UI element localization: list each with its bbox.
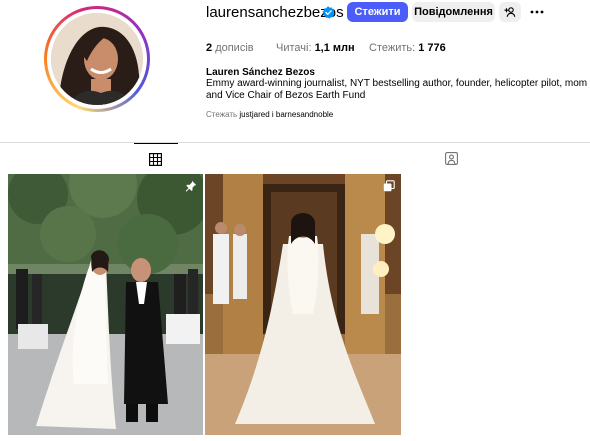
followers-stat[interactable]: Читачі: 1,1 млн <box>276 42 355 54</box>
followers-count: 1,1 млн <box>314 42 355 54</box>
posts-count: 2 <box>206 42 213 54</box>
post-thumbnail[interactable] <box>8 174 203 435</box>
avatar-ring[interactable] <box>44 6 150 112</box>
tagged-icon <box>445 152 458 165</box>
profile-bio: Emmy award-winning journalist, NYT bests… <box>206 78 588 101</box>
more-options-icon[interactable] <box>529 4 545 20</box>
followed-by[interactable]: Стежать justjared і barnesandnoble <box>206 110 333 119</box>
follow-button[interactable]: Стежити <box>347 2 408 22</box>
posts-label: дописів <box>215 42 254 54</box>
following-label: Стежить: <box>369 42 416 54</box>
followed-by-prefix: Стежать <box>206 110 238 119</box>
message-button[interactable]: Повідомлення <box>412 2 495 22</box>
following-count: 1 776 <box>418 42 446 54</box>
profile-full-name: Lauren Sánchez Bezos <box>206 67 315 78</box>
followers-label: Читачі: <box>276 42 312 54</box>
posts-stat: 2 дописів <box>206 42 254 54</box>
post-image-wedding-couple <box>8 174 203 435</box>
pin-icon <box>185 180 197 192</box>
followed-by-names: justjared і barnesandnoble <box>239 110 334 119</box>
tabs-divider <box>0 142 590 143</box>
tab-posts[interactable] <box>134 143 178 173</box>
grid-icon <box>149 153 162 166</box>
post-thumbnail[interactable] <box>205 174 401 435</box>
post-image-bride-gown <box>205 174 401 435</box>
avatar[interactable] <box>51 13 143 105</box>
suggested-users-button[interactable] <box>499 2 521 22</box>
verified-badge-icon <box>322 6 335 19</box>
tab-tagged[interactable] <box>430 143 474 173</box>
following-stat[interactable]: Стежить: 1 776 <box>369 42 446 54</box>
add-user-icon <box>504 7 516 17</box>
carousel-icon <box>383 180 395 192</box>
